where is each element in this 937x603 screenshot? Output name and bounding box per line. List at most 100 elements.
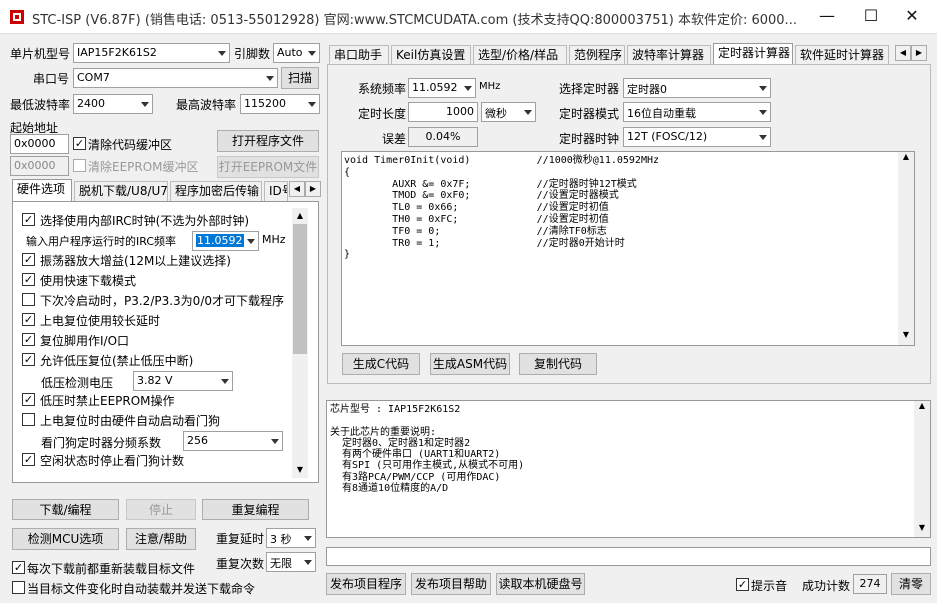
hw-option-label: 上电复位时由硬件自动启动看门狗 xyxy=(40,414,221,428)
tab-scroll-right[interactable]: ▶ xyxy=(305,181,321,197)
read-disk-button[interactable]: 读取本机硬盘号 xyxy=(496,573,585,595)
port-select[interactable]: COM7 xyxy=(73,68,278,88)
hw-option-checkbox[interactable]: ✓ xyxy=(22,213,35,226)
reload-each-label: 每次下载前都重新装载目标文件 xyxy=(27,562,196,576)
eeprom-addr-input[interactable]: 0x0000 xyxy=(10,156,69,176)
help-button[interactable]: 注意/帮助 xyxy=(126,528,196,550)
tab-scroll-left[interactable]: ◀ xyxy=(289,181,305,197)
info-scrollbar[interactable]: ▲ ▼ xyxy=(914,401,930,537)
right-tab[interactable]: Keil仿真设置 xyxy=(391,45,471,66)
clear-code-checkbox[interactable]: ✓ xyxy=(73,137,86,150)
hw-option-checkbox[interactable]: ✓ xyxy=(22,333,35,346)
low-voltage-value: 3.82 V xyxy=(137,374,173,387)
hw-option-checkbox[interactable]: ✓ xyxy=(22,313,35,326)
reload-each-checkbox[interactable]: ✓ xyxy=(12,561,25,574)
right-tab[interactable]: 选型/价格/样品 xyxy=(473,45,567,66)
generate-asm-button[interactable]: 生成ASM代码 xyxy=(430,353,510,375)
publish-help-button[interactable]: 发布项目帮助 xyxy=(411,573,491,595)
wdt-label: 看门狗定时器分频系数 xyxy=(41,436,162,450)
scroll-down-icon[interactable]: ▼ xyxy=(914,523,930,532)
right-tab[interactable]: 波特率计算器 xyxy=(627,45,711,66)
right-tab[interactable]: 串口助手 xyxy=(329,45,389,66)
repeat-delay-select[interactable]: 3 秒 xyxy=(266,528,316,548)
tab-id[interactable]: ID号 xyxy=(264,181,288,202)
maximize-button[interactable]: ☐ xyxy=(856,6,886,25)
hw-option-checkbox[interactable]: ✓ xyxy=(22,353,35,366)
sysfreq-unit: MHz xyxy=(479,81,501,92)
right-tab[interactable]: 定时器计算器 xyxy=(713,43,793,66)
chevron-down-icon xyxy=(759,110,767,115)
minimize-button[interactable]: — xyxy=(812,6,842,25)
chevron-down-icon xyxy=(266,76,274,81)
error-label: 误差 xyxy=(382,132,407,146)
hw-option-label: 选择使用内部IRC时钟(不选为外部时钟) xyxy=(40,214,250,228)
irc-value: 11.0592 xyxy=(196,234,244,247)
timer-clock-select[interactable]: 12T (FOSC/12) xyxy=(623,127,771,147)
chevron-down-icon xyxy=(141,102,149,107)
scroll-down-icon[interactable]: ▼ xyxy=(898,330,914,339)
scroll-down-icon[interactable]: ▼ xyxy=(292,462,308,478)
open-eeprom-button[interactable]: 打开EEPROM文件 xyxy=(217,156,319,178)
repeat-count-select[interactable]: 无限 xyxy=(266,552,316,572)
wdt-select[interactable]: 256 xyxy=(183,431,283,451)
reprogram-button[interactable]: 重复编程 xyxy=(202,499,309,520)
timer-mode-select[interactable]: 16位自动重载 xyxy=(623,102,771,122)
timer-length-input[interactable]: 1000 xyxy=(408,102,478,122)
hw-option-checkbox[interactable] xyxy=(22,293,35,306)
auto-send-checkbox[interactable] xyxy=(12,581,25,594)
scroll-up-icon[interactable]: ▲ xyxy=(898,152,914,161)
hw-option-checkbox[interactable]: ✓ xyxy=(22,453,35,466)
mcu-select[interactable]: IAP15F2K61S2 xyxy=(73,43,230,63)
right-tab[interactable]: 范例程序 xyxy=(569,45,625,66)
publish-program-button[interactable]: 发布项目程序 xyxy=(326,573,406,595)
hw-option-checkbox[interactable] xyxy=(22,413,35,426)
check-mcu-button[interactable]: 检测MCU选项 xyxy=(12,528,119,550)
tab-offline[interactable]: 脱机下载/U8/U7 xyxy=(74,181,168,202)
tab-hardware[interactable]: 硬件选项 xyxy=(12,179,72,202)
irc-select[interactable]: 11.0592 xyxy=(192,231,259,251)
select-timer-select[interactable]: 定时器0 xyxy=(623,78,771,98)
generate-c-button[interactable]: 生成C代码 xyxy=(342,353,420,375)
clear-eeprom-checkbox[interactable] xyxy=(73,159,86,172)
low-voltage-select[interactable]: 3.82 V xyxy=(133,371,233,391)
scroll-up-icon[interactable]: ▲ xyxy=(914,401,930,410)
close-button[interactable]: ✕ xyxy=(897,6,927,25)
mcu-value: IAP15F2K61S2 xyxy=(77,46,157,59)
timer-unit-select[interactable]: 微秒 xyxy=(481,102,536,122)
irc-unit: MHz xyxy=(262,233,286,246)
generated-code[interactable]: void Timer0Init(void) //1000微秒@11.0592MH… xyxy=(341,151,915,346)
scroll-thumb[interactable] xyxy=(293,224,307,354)
tab-scroll-right-right-pane[interactable]: ▶ xyxy=(911,45,927,61)
copy-code-button[interactable]: 复制代码 xyxy=(519,353,597,375)
pin-select[interactable]: Auto xyxy=(273,43,320,63)
hw-option-checkbox[interactable]: ✓ xyxy=(22,393,35,406)
right-tab[interactable]: 软件延时计算器 xyxy=(795,45,889,66)
repeat-delay-value: 3 秒 xyxy=(270,533,292,546)
min-baud-select[interactable]: 2400 xyxy=(73,94,153,114)
clear-count-button[interactable]: 清零 xyxy=(891,573,931,595)
hw-option-checkbox[interactable]: ✓ xyxy=(22,253,35,266)
sysfreq-select[interactable]: 11.0592 xyxy=(408,78,476,98)
timer-mode-value: 16位自动重载 xyxy=(627,107,696,120)
tab-encrypt[interactable]: 程序加密后传输 xyxy=(170,181,262,202)
open-program-button[interactable]: 打开程序文件 xyxy=(217,130,319,152)
scroll-up-icon[interactable]: ▲ xyxy=(292,208,308,224)
scan-button[interactable]: 扫描 xyxy=(281,67,319,89)
timer-mode-label: 定时器模式 xyxy=(559,107,620,121)
options-scrollbar[interactable]: ▲ ▼ xyxy=(292,208,308,478)
stop-button[interactable]: 停止 xyxy=(126,499,196,520)
hw-option-checkbox[interactable]: ✓ xyxy=(22,273,35,286)
download-button[interactable]: 下载/编程 xyxy=(12,499,119,520)
code-scrollbar[interactable]: ▲ ▼ xyxy=(898,152,914,345)
code-addr-input[interactable]: 0x0000 xyxy=(10,134,69,154)
beep-checkbox[interactable]: ✓ xyxy=(736,578,749,591)
progress-bar xyxy=(326,547,931,566)
tab-scroll-left-right-pane[interactable]: ◀ xyxy=(895,45,911,61)
select-timer-label: 选择定时器 xyxy=(559,82,620,96)
hw-option-label: 空闲状态时停止看门狗计数 xyxy=(40,454,185,468)
clear-eeprom-label: 清除EEPROM缓冲区 xyxy=(88,160,199,174)
max-baud-select[interactable]: 115200 xyxy=(240,94,320,114)
hw-option-label: 低压时禁止EEPROM操作 xyxy=(40,394,175,408)
chevron-down-icon xyxy=(247,239,255,244)
chip-info-text[interactable]: 芯片型号 : IAP15F2K61S2 关于此芯片的重要说明: 定时器0、定时器… xyxy=(326,400,931,538)
